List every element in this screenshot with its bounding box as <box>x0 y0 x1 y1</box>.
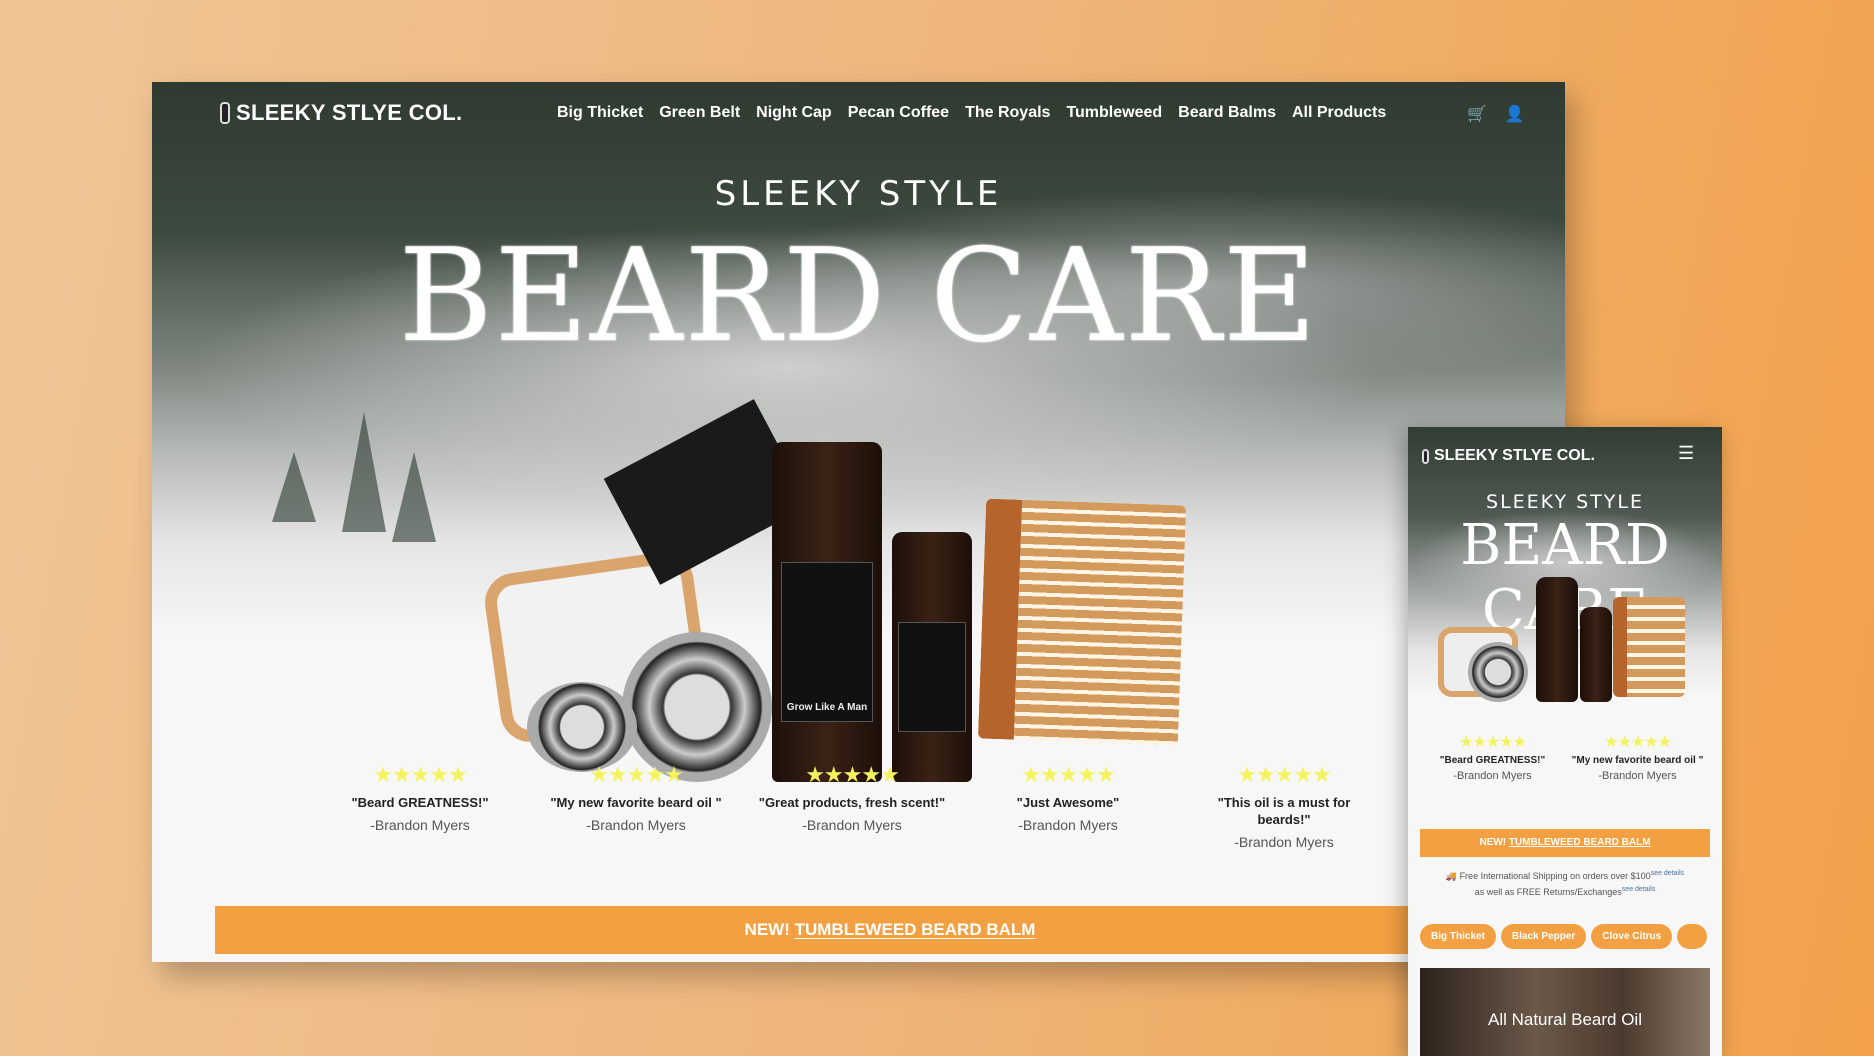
review-quote: "Great products, fresh scent!" <box>758 795 946 810</box>
banner-link[interactable]: TUMBLEWEED BEARD BALM <box>1509 837 1651 848</box>
nav-item-all-products[interactable]: All Products <box>1292 104 1386 122</box>
review-quote: "My new favorite beard oil " <box>1571 755 1704 766</box>
nav-menu: Big Thicket Green Belt Night Cap Pecan C… <box>557 104 1386 122</box>
see-details-link[interactable]: see details <box>1651 870 1684 877</box>
reviews-row: ★★★★★ "Beard GREATNESS!" -Brandon Myers ★★… <box>312 762 1392 850</box>
cart-icon[interactable]: 🛒 <box>1467 104 1487 124</box>
brand-name: SLEEKY STLYE COL. <box>236 100 463 125</box>
review-quote: "Beard GREATNESS!" <box>351 795 489 810</box>
shipping-text: Free International Shipping on orders ov… <box>1459 871 1651 881</box>
nav-item-green-belt[interactable]: Green Belt <box>659 104 740 122</box>
nav-item-big-thicket[interactable]: Big Thicket <box>557 104 643 122</box>
promo-banner: NEW! TUMBLEWEED BEARD BALM <box>215 906 1565 954</box>
review-author: -Brandon Myers <box>1598 770 1677 782</box>
banner-prefix: NEW! <box>1479 837 1507 848</box>
product-label-text: Grow Like A Man <box>786 702 868 713</box>
star-rating: ★★★★★ <box>589 762 684 787</box>
review-item: ★★★★★ "Beard GREATNESS!" -Brandon Myers <box>1420 732 1565 782</box>
review-item: ★★★★★ "Great products, fresh scent!" -Bran… <box>744 762 960 850</box>
user-icon[interactable]: 👤 <box>1505 104 1525 124</box>
mobile-promo-banner: NEW! TUMBLEWEED BEARD BALM <box>1420 829 1710 857</box>
review-quote: "This oil is a must for beards!" <box>1217 795 1351 827</box>
balm-tin <box>622 632 772 782</box>
review-item: ★★★★★ "Beard GREATNESS!" -Brandon Myers <box>312 762 528 850</box>
desktop-preview: SLEEKY STYLE BEARD CARE Grow Like A Man … <box>152 82 1565 962</box>
mobile-preview: SLEEKY STYLE BEARD CARE SLEEKY STLYE COL… <box>1408 427 1722 1056</box>
pill-more[interactable] <box>1677 924 1708 949</box>
logo-icon <box>1422 448 1429 464</box>
review-quote: "Beard GREATNESS!" <box>1439 755 1546 766</box>
tree-decor <box>392 452 436 542</box>
hero-section: SLEEKY STYLE BEARD CARE Grow Like A Man <box>152 82 1565 782</box>
review-author: -Brandon Myers <box>586 817 686 833</box>
star-rating: ★★★★★ <box>1459 734 1527 751</box>
review-author: -Brandon Myers <box>1453 770 1532 782</box>
see-details-link[interactable]: see details <box>1622 886 1655 893</box>
bottle-label: Grow Like A Man <box>780 562 874 722</box>
banner-link[interactable]: TUMBLEWEED BEARD BALM <box>795 920 1036 939</box>
pill-black-pepper[interactable]: Black Pepper <box>1500 924 1587 949</box>
logo-icon <box>220 102 230 124</box>
review-item: ★★★★★ "Just Awesome" -Brandon Myers <box>960 762 1176 850</box>
pill-big-thicket[interactable]: Big Thicket <box>1420 924 1496 949</box>
returns-text: as well as FREE Returns/Exchanges <box>1474 887 1622 897</box>
hamburger-menu-icon[interactable]: ☰ <box>1678 443 1694 464</box>
bottle-large <box>1536 577 1578 702</box>
review-quote: "My new favorite beard oil " <box>550 795 722 810</box>
shipping-info: 🚚 Free International Shipping on orders … <box>1420 867 1710 899</box>
mobile-hero-subtitle: SLEEKY STYLE <box>1486 491 1644 513</box>
feature-title: All Natural Beard Oil <box>1487 1010 1642 1029</box>
review-author: -Brandon Myers <box>370 817 470 833</box>
comb-image <box>977 498 1187 746</box>
review-item: ★★★★★ "This oil is a must for beards!" -Br… <box>1176 762 1392 850</box>
bottle-small <box>892 532 972 782</box>
top-nav: SLEEKY STLYE COL. Big Thicket Green Belt… <box>152 82 1565 146</box>
comb-image <box>1613 597 1685 697</box>
logo[interactable]: SLEEKY STLYE COL. <box>220 100 462 126</box>
star-rating: ★★★★★ <box>805 762 900 787</box>
banner-prefix: NEW! <box>744 920 790 939</box>
mobile-logo[interactable]: SLEEKY STLYE COL. <box>1422 447 1595 465</box>
truck-icon: 🚚 <box>1445 871 1458 881</box>
bottle-small <box>1580 607 1612 702</box>
review-item: ★★★★★ "My new favorite beard oil " -Brando… <box>528 762 744 850</box>
review-author: -Brandon Myers <box>802 817 902 833</box>
nav-item-tumbleweed[interactable]: Tumbleweed <box>1066 104 1162 122</box>
product-pills: Big Thicket Black Pepper Clove Citrus <box>1420 924 1708 949</box>
balm-tin <box>1468 642 1528 702</box>
review-quote: "Just Awesome" <box>1016 795 1120 810</box>
bottle-label <box>898 622 966 732</box>
nav-item-pecan-coffee[interactable]: Pecan Coffee <box>848 104 949 122</box>
review-author: -Brandon Myers <box>1018 817 1118 833</box>
tree-decor <box>342 412 386 532</box>
hero-title: BEARD CARE <box>398 222 1319 371</box>
bottle-large: Grow Like A Man <box>772 442 882 782</box>
tree-decor <box>272 452 316 522</box>
hero-subtitle: SLEEKY STYLE <box>714 174 1003 214</box>
star-rating: ★★★★★ <box>1604 734 1672 751</box>
nav-item-beard-balms[interactable]: Beard Balms <box>1178 104 1276 122</box>
pill-clove-citrus[interactable]: Clove Citrus <box>1591 924 1673 949</box>
balm-tin <box>527 682 637 772</box>
nav-item-the-royals[interactable]: The Royals <box>965 104 1050 122</box>
star-rating: ★★★★★ <box>1021 762 1116 787</box>
feature-image[interactable]: All Natural Beard Oil <box>1420 968 1710 1056</box>
star-rating: ★★★★★ <box>373 762 468 787</box>
brand-name: SLEEKY STLYE COL. <box>1434 447 1595 464</box>
star-rating: ★★★★★ <box>1237 762 1332 787</box>
mobile-hero: SLEEKY STYLE BEARD CARE <box>1408 427 1722 727</box>
nav-item-night-cap[interactable]: Night Cap <box>756 104 832 122</box>
review-item: ★★★★★ "My new favorite beard oil " -Brando… <box>1565 732 1710 782</box>
mobile-reviews: ★★★★★ "Beard GREATNESS!" -Brandon Myers ★★… <box>1420 732 1710 782</box>
review-author: -Brandon Myers <box>1234 834 1334 850</box>
